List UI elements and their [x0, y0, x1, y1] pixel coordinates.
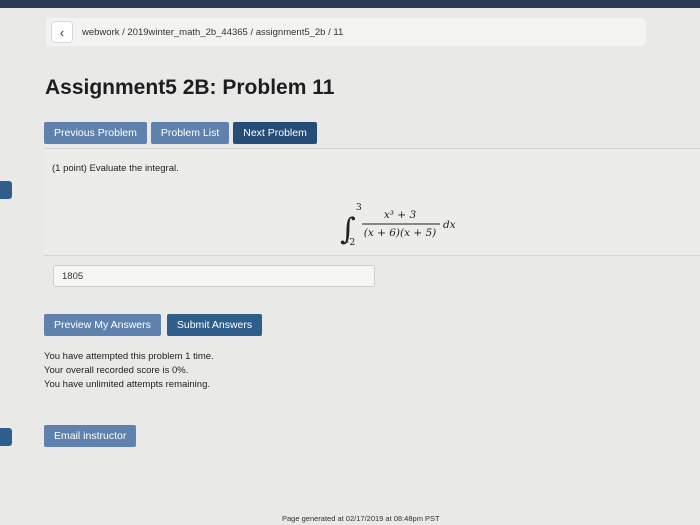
- previous-problem-button[interactable]: Previous Problem: [44, 122, 147, 144]
- problem-list-button[interactable]: Problem List: [150, 122, 230, 144]
- email-area: Email instructor: [44, 425, 137, 447]
- integral-upper-limit: 3: [356, 203, 362, 213]
- breadcrumb: ‹ webwork / 2019winter_math_2b_44365 / a…: [46, 18, 646, 46]
- differential: dx: [443, 219, 456, 231]
- answer-input[interactable]: [53, 265, 375, 287]
- attempt-status: You have attempted this problem 1 time. …: [44, 350, 214, 392]
- page-title: Assignment5 2B: Problem 11: [45, 76, 335, 99]
- problem-panel: (1 point) Evaluate the integral. ∫ 3 −2 …: [44, 148, 700, 256]
- email-instructor-button[interactable]: Email instructor: [44, 425, 137, 447]
- fraction-numerator: x³ + 3: [384, 209, 417, 221]
- top-nav-bar: [0, 0, 700, 8]
- breadcrumb-path[interactable]: webwork / 2019winter_math_2b_44365 / ass…: [82, 27, 343, 38]
- problem-nav: Previous Problem Problem List Next Probl…: [44, 122, 317, 144]
- back-chevron-icon[interactable]: ‹: [52, 22, 72, 42]
- attempts-text: You have attempted this problem 1 time.: [44, 351, 214, 362]
- integral-lower-limit: −2: [342, 238, 355, 248]
- next-problem-button[interactable]: Next Problem: [233, 122, 317, 144]
- fraction-denominator: (x + 6)(x + 5): [364, 227, 437, 239]
- integral-formula: ∫ 3 −2 x³ + 3 (x + 6)(x + 5) dx: [340, 203, 456, 248]
- sidebar-toggle-tab[interactable]: [0, 181, 12, 199]
- answer-actions: Preview My Answers Submit Answers: [44, 314, 263, 336]
- page-footer: Page generated at 02/17/2019 at 08:48pm …: [282, 514, 440, 523]
- score-text: Your overall recorded score is 0%.: [44, 365, 189, 376]
- problem-prompt: (1 point) Evaluate the integral.: [52, 163, 179, 174]
- preview-answers-button[interactable]: Preview My Answers: [44, 314, 161, 336]
- sidebar-toggle-tab[interactable]: [0, 428, 12, 446]
- remaining-text: You have unlimited attempts remaining.: [44, 379, 210, 390]
- submit-answers-button[interactable]: Submit Answers: [166, 314, 263, 336]
